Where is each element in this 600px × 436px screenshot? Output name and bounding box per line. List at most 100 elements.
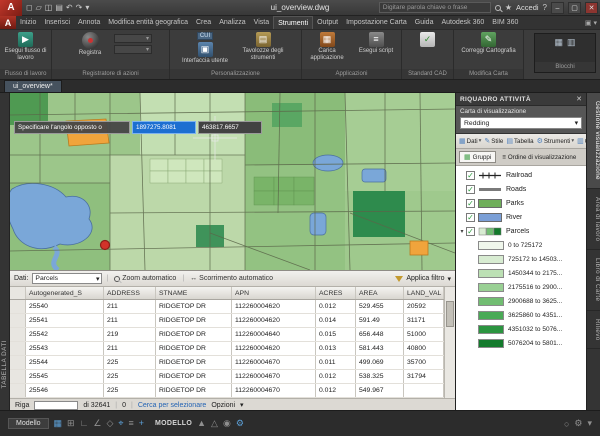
theme-row[interactable]: 1450344 to 2175... [456,266,586,280]
table-column-header[interactable]: APN [232,287,316,299]
table-column-header[interactable]: STNAME [156,287,232,299]
theme-row[interactable]: 3625860 to 4351... [456,308,586,322]
close-icon[interactable]: ✕ [576,95,582,103]
annotation-visibility-icon[interactable]: ◉ [223,418,231,429]
cad-standards-button[interactable]: ✓ [405,32,451,47]
ribbon-tab-inizio[interactable]: Inizio [16,16,40,29]
table-row[interactable]: 25542 219 RIDGETOP DR 112260004640 0.015 656.… [10,328,455,342]
table-row[interactable]: 25543 211 RIDGETOP DR 112260004620 0.013 581.… [10,342,455,356]
side-tab-area-di-lavoro[interactable]: Area di lavoro [587,189,600,251]
scrollbar-thumb[interactable] [446,301,454,327]
auto-zoom-button[interactable]: Zoom automatico [112,275,178,282]
theme-row[interactable]: 725172 to 14503... [456,252,586,266]
park-parcel[interactable] [353,191,405,237]
side-tab-libro-di-carte[interactable]: Libro di Carte [587,250,600,311]
close-button[interactable]: ✕ [585,1,598,14]
row-selector[interactable] [10,342,26,355]
row-selector[interactable] [10,370,26,383]
data-table-palette-label[interactable]: TABELLA DATI [1,340,8,388]
gear-icon[interactable]: ⚙ [574,418,582,429]
layer-checkbox[interactable]: ✓ [466,212,475,222]
new-icon[interactable]: ◻ [26,0,33,16]
isoplane-icon[interactable]: ◇ [106,418,113,429]
table-column-header[interactable]: ADDRESS [104,287,156,299]
theme-row[interactable]: 2175516 to 2900... [456,280,586,294]
action-tools-dropdown[interactable]: ▾ [114,45,152,54]
row-selector[interactable] [10,384,26,397]
table-column-header[interactable]: LAND_VAL [404,287,444,299]
ribbon-tab-modifica-entit-geografica[interactable]: Modifica entità geografica [104,16,192,29]
annotation-scale-icon[interactable]: △ [211,418,218,429]
table-row[interactable]: 25544 225 RIDGETOP DR 112260004670 0.011 499.… [10,356,455,370]
table-row[interactable]: 25540 211 RIDGETOP DR 112260004620 0.012 529.… [10,300,455,314]
layer-checkbox[interactable]: ✓ [466,170,475,180]
taskpane-tool-stile[interactable]: ✎ Stile [484,137,503,146]
highlighted-parcel[interactable] [409,240,429,256]
action-macro-dropdown[interactable]: ▾ [114,34,152,43]
layer-row-railroad[interactable]: ✓ Railroad [456,168,586,182]
tab-groups[interactable]: ▦ Gruppi [459,151,497,163]
undo-icon[interactable]: ↶ [66,0,73,16]
search-input[interactable] [378,2,491,13]
tool-palettes-button[interactable]: ▤ Tavolozze degli strumenti [234,32,292,62]
taskpane-tool-tabella[interactable]: ▤ Tabella [506,137,533,146]
ribbon-tab-crea[interactable]: Crea [192,16,215,29]
ortho-icon[interactable]: ∟ [80,418,89,429]
taskpane-tool-strumenti[interactable]: ⚙ Strumenti ▾ [537,137,575,146]
row-selector[interactable] [10,356,26,369]
expand-chevron-icon[interactable]: ▾ [587,418,592,429]
block-insert-icon[interactable]: ▦ [554,37,563,48]
layer-checkbox[interactable]: ✓ [466,184,475,194]
block-edit-icon[interactable]: ▥ [567,37,576,48]
search-to-select-link[interactable]: Cerca per selezionare [138,402,206,409]
help-icon[interactable]: ? [543,3,547,12]
ribbon-tab-annota[interactable]: Annota [74,16,104,29]
table-column-header[interactable]: ACRES [316,287,356,299]
theme-row[interactable]: 5076204 to 5801... [456,336,586,350]
apply-filter-button[interactable]: Applica filtro ▾ [395,275,451,283]
layer-row-river[interactable]: ✓ River [456,210,586,224]
load-application-button[interactable]: ▦ Carica applicazione [304,32,350,62]
side-tab-rilievo[interactable]: Rilievo [587,311,600,350]
workspace-gear-icon[interactable]: ⚙ [236,418,244,429]
plot-icon[interactable]: ▤ [55,0,63,16]
annotation-icon[interactable]: ▲ [197,418,206,429]
ribbon-tab-impostazione-carta[interactable]: Impostazione Carta [342,16,411,29]
user-interface-button[interactable]: CUI ▣ Interfaccia utente [179,32,231,65]
ribbon-tab-output[interactable]: Output [313,16,342,29]
maximize-button[interactable]: ▢ [568,1,581,14]
data-source-dropdown[interactable]: Parcels ▾ [32,273,103,284]
search-icon[interactable] [494,4,501,11]
ribbon-tab-guida[interactable]: Guida [411,16,438,29]
lineweight-icon[interactable]: ≡ [128,418,133,429]
taskpane-tool-dati[interactable]: ▦ Dati ▾ [459,137,481,146]
signin-link[interactable]: Accedi [516,3,539,12]
ribbon-collapse-icon[interactable]: ▾ [593,19,597,27]
pond[interactable] [312,154,344,172]
task-pane-title-bar[interactable]: RIQUADRO ATTIVITÀ ✕ [456,93,586,106]
panel-blocks[interactable]: ▦ ▥ Blocchi [534,33,596,73]
autocad-logo-icon[interactable]: A [0,0,22,16]
ribbon-tab-strumenti[interactable]: Strumenti [273,16,314,29]
dynamic-input-y[interactable]: 463817.6657 [198,121,262,134]
table-scrollbar[interactable] [444,287,455,398]
options-button[interactable]: Opzioni [211,402,235,409]
exchange-icon[interactable]: ★ [505,3,512,12]
row-number-input[interactable] [34,400,79,410]
point-marker[interactable] [99,239,111,251]
table-row[interactable]: 25546 225 RIDGETOP DR 112260004670 0.012 549.… [10,384,455,398]
ribbon-tab-inserisci[interactable]: Inserisci [40,16,74,29]
osnap-icon[interactable]: ⌖ [118,418,123,429]
row-selector[interactable] [10,314,26,327]
model-layout-tab[interactable]: Modello [8,418,49,429]
redo-icon[interactable]: ↷ [76,0,83,16]
data-table-palette-strip[interactable]: TABELLA DATI [0,93,10,410]
row-selector[interactable] [10,328,26,341]
layer-row-parcels[interactable]: ▾ ✓ Parcels [456,224,586,238]
ribbon-tab-vista[interactable]: Vista [250,16,273,29]
collapse-icon[interactable]: ▾ [458,228,466,235]
snap-icon[interactable]: ⊞ [67,418,75,429]
dynamic-input-x[interactable]: 1897275.8081 [132,121,196,134]
ribbon-tab-autodesk-360[interactable]: Autodesk 360 [437,16,488,29]
layer-row-parks[interactable]: ✓ Parks [456,196,586,210]
